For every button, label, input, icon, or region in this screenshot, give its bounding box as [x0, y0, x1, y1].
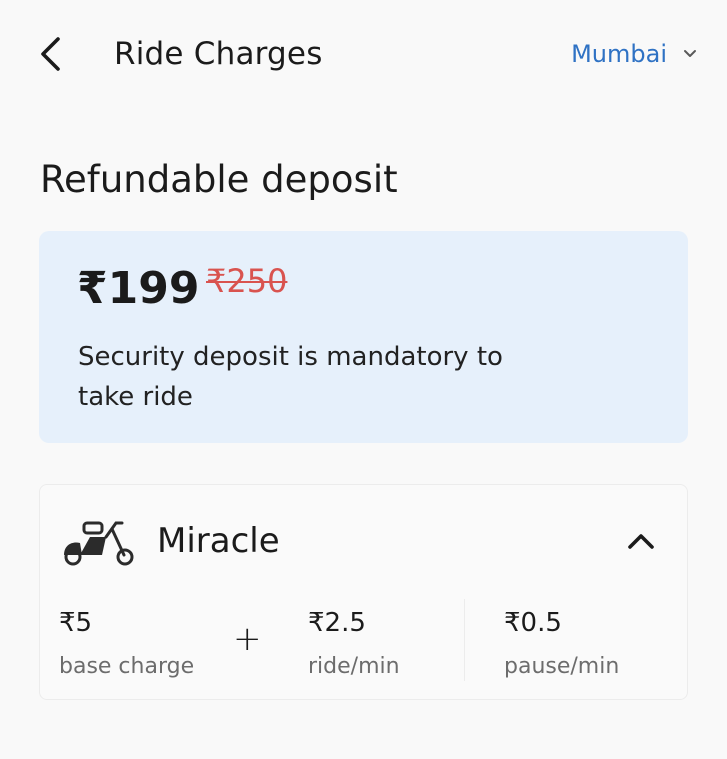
pause-rate-label: pause/min	[504, 654, 620, 679]
section-heading: Refundable deposit	[40, 158, 398, 201]
plus-sign: +	[233, 619, 262, 659]
pause-rate-value: ₹0.5	[504, 608, 562, 638]
city-label: Mumbai	[571, 40, 667, 68]
page-title: Ride Charges	[114, 36, 323, 72]
ride-rate-value: ₹2.5	[308, 608, 366, 638]
back-button[interactable]	[28, 30, 72, 78]
app-bar: Ride Charges Mumbai	[0, 0, 727, 108]
scooter-icon	[64, 521, 134, 566]
collapse-button[interactable]	[621, 523, 661, 559]
back-arrow-icon	[41, 37, 60, 71]
chevron-down-icon	[684, 50, 696, 57]
ride-rate-label: ride/min	[308, 654, 400, 679]
deposit-original-price: ₹250	[206, 262, 288, 300]
base-charge-value: ₹5	[59, 608, 93, 638]
city-selector[interactable]: Mumbai	[571, 36, 697, 72]
deposit-price: ₹199	[77, 263, 200, 314]
vehicle-name: Miracle	[157, 521, 280, 561]
fee-divider	[464, 599, 465, 681]
deposit-card: ₹199 ₹250 Security deposit is mandatory …	[39, 231, 688, 443]
base-charge-label: base charge	[59, 654, 195, 679]
deposit-note: Security deposit is mandatory to take ri…	[78, 342, 503, 412]
vehicle-pricing-card: Miracle ₹5 base charge + ₹2.5 ride/min ₹…	[39, 484, 688, 700]
chevron-up-icon	[628, 534, 654, 549]
